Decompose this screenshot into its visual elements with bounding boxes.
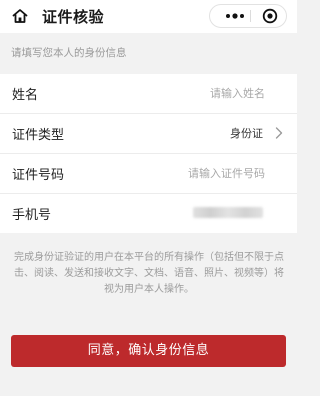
name-field[interactable]: 姓名 请输入姓名 <box>0 74 297 113</box>
home-icon[interactable] <box>11 7 29 25</box>
confirm-identity-button[interactable]: 同意，确认身份信息 <box>11 335 286 367</box>
identity-form: 姓名 请输入姓名 证件类型 身份证 证件号码 请输入证件号码 手机号 <box>0 74 297 233</box>
id-type-field[interactable]: 证件类型 身份证 <box>0 113 297 153</box>
name-input[interactable]: 请输入姓名 <box>210 85 265 101</box>
more-icon[interactable] <box>223 5 247 27</box>
nav-bar: 证件核验 <box>0 0 297 33</box>
phone-label: 手机号 <box>12 208 52 223</box>
consent-notice: 完成身份证验证的用户在本平台的所有操作（包括但不限于点击、阅读、发送和接收文字、… <box>14 252 284 295</box>
id-number-label: 证件号码 <box>12 168 65 183</box>
name-label: 姓名 <box>12 88 39 103</box>
capsule-divider <box>250 10 251 22</box>
target-icon[interactable] <box>262 8 278 24</box>
form-hint: 请填写您本人的身份信息 <box>11 47 127 59</box>
id-type-value[interactable]: 身份证 <box>230 125 263 141</box>
chevron-right-icon[interactable] <box>275 127 283 139</box>
phone-field[interactable]: 手机号 <box>0 193 297 233</box>
page-title: 证件核验 <box>42 8 105 26</box>
id-number-field[interactable]: 证件号码 请输入证件号码 <box>0 153 297 193</box>
mini-program-capsule <box>209 4 287 28</box>
phone-value-blurred[interactable] <box>193 207 263 218</box>
id-number-input[interactable]: 请输入证件号码 <box>188 165 265 181</box>
id-type-label: 证件类型 <box>12 128 65 143</box>
